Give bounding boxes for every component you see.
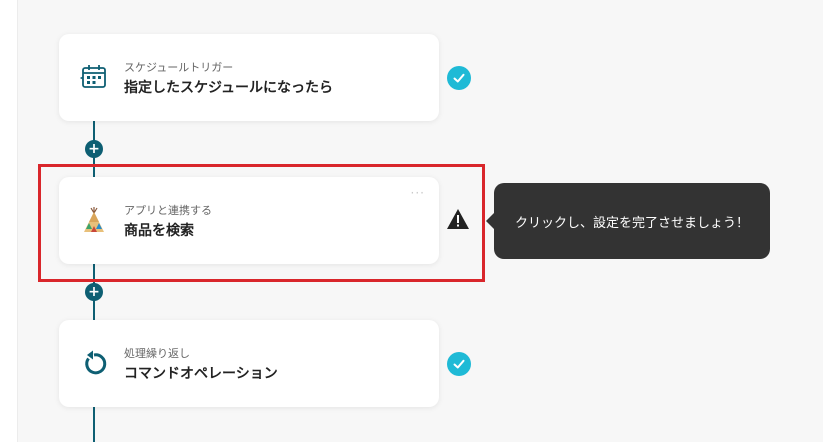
highlight-box	[38, 164, 485, 282]
check-icon	[447, 352, 471, 376]
add-step-button[interactable]: +	[85, 140, 103, 158]
tooltip: クリックし、設定を完了させましょう！	[486, 183, 770, 259]
step-title: 指定したスケジュールになったら	[124, 80, 334, 96]
step-title: コマンドオペレーション	[124, 366, 278, 382]
step-type-label: 処理繰り返し	[124, 347, 190, 360]
loop-icon	[79, 348, 109, 378]
check-icon	[447, 66, 471, 90]
step-card-schedule-trigger[interactable]: スケジュールトリガー 指定したスケジュールになったら	[59, 34, 439, 121]
tooltip-text: クリックし、設定を完了させましょう！	[514, 215, 749, 231]
step-type-label: スケジュールトリガー	[124, 61, 234, 74]
add-step-button[interactable]: +	[85, 283, 103, 301]
calendar-clock-icon	[79, 62, 109, 92]
step-card-command-operation[interactable]: 処理繰り返し コマンドオペレーション	[59, 320, 439, 407]
flow-connector	[93, 406, 95, 442]
